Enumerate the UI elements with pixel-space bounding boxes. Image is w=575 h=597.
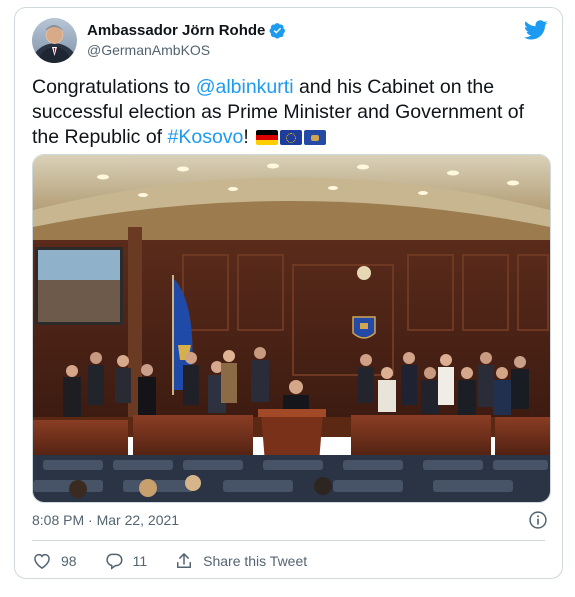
share-label: Share this Tweet xyxy=(203,553,308,569)
mention-link[interactable]: @albinkurti xyxy=(196,76,294,98)
author-handle[interactable]: @GermanAmbKOS xyxy=(87,42,210,58)
author-name[interactable]: Ambassador Jörn Rohde xyxy=(87,22,286,39)
avatar-portrait xyxy=(38,25,71,63)
tweet-text-start: Congratulations to xyxy=(32,76,196,98)
tweet-photo[interactable] xyxy=(32,154,551,503)
hashtag-link[interactable]: #Kosovo xyxy=(168,126,244,148)
reply-count: 11 xyxy=(132,553,148,569)
like-button[interactable]: 98 xyxy=(32,551,77,571)
tweet-text: Congratulations to @albinkurti and his C… xyxy=(32,75,552,150)
germany-flag-icon xyxy=(256,130,279,145)
share-tweet-button[interactable]: Share this Tweet xyxy=(174,551,307,571)
author-name-text: Ambassador Jörn Rohde xyxy=(87,22,266,39)
tweet-timestamp[interactable]: 8:08 PM · Mar 22, 2021 xyxy=(32,512,179,528)
kosovo-flag-icon xyxy=(304,130,327,145)
tweet-text-end: ! xyxy=(243,126,249,148)
like-count: 98 xyxy=(61,553,77,569)
parliament-chamber-image xyxy=(33,155,550,502)
tweet-card[interactable]: Ambassador Jörn Rohde @GermanAmbKOS Cong… xyxy=(14,7,563,579)
reply-button[interactable]: 11 xyxy=(104,551,148,571)
eu-flag-icon xyxy=(280,130,303,145)
share-upload-icon xyxy=(177,553,192,568)
twitter-bird-icon[interactable] xyxy=(524,18,548,42)
tweet-actions: 98 11 Share this Tweet xyxy=(32,549,334,573)
avatar[interactable] xyxy=(32,18,77,63)
verified-badge-icon xyxy=(269,23,286,39)
heart-icon xyxy=(34,553,50,569)
reply-bubble-icon xyxy=(105,553,123,570)
action-divider xyxy=(32,540,545,541)
info-icon[interactable] xyxy=(528,510,548,530)
